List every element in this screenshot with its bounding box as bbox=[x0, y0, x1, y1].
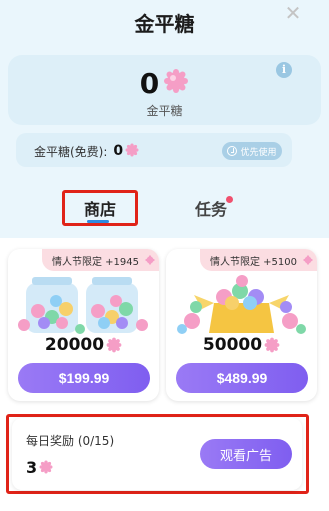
free-balance-label: 金平糖(免费): bbox=[34, 144, 108, 159]
notification-badge bbox=[226, 196, 233, 203]
free-balance-value: 0 bbox=[113, 143, 124, 159]
candy-gem-icon bbox=[39, 460, 53, 474]
daily-reward-title: 每日奖励 (0/15) bbox=[26, 434, 115, 448]
clock-icon bbox=[227, 146, 238, 156]
daily-reward-value: 3 bbox=[26, 457, 38, 477]
use-priority-button[interactable]: 优先使用 bbox=[222, 142, 282, 160]
product-card[interactable]: 情人节限定 +1945 20000 $199.99 bbox=[8, 249, 159, 401]
promo-label: 情人节限定 +5100 bbox=[209, 256, 297, 268]
balance-value: 0 bbox=[139, 66, 160, 100]
candy-gem-icon bbox=[106, 337, 122, 353]
promo-label: 情人节限定 +1945 bbox=[51, 256, 139, 268]
buy-button[interactable]: $489.99 bbox=[176, 363, 308, 393]
product-card[interactable]: 情人节限定 +5100 50000 $489.99 bbox=[166, 249, 317, 401]
candy-gem-icon bbox=[264, 337, 280, 353]
amount-row: 50000 bbox=[166, 335, 317, 355]
daily-reward-value-row: 3 bbox=[26, 456, 53, 478]
amount-row: 20000 bbox=[8, 335, 159, 355]
balance-label: 金平糖 bbox=[146, 104, 183, 118]
watch-ad-button[interactable]: 观看广告 bbox=[200, 439, 292, 469]
close-icon[interactable]: ✕ bbox=[282, 2, 304, 24]
candy-gem-icon bbox=[303, 255, 313, 265]
active-tab-indicator bbox=[87, 220, 109, 223]
candy-box-image bbox=[177, 275, 306, 334]
free-balance-row: 金平糖(免费): 0 bbox=[34, 141, 139, 161]
buy-button[interactable]: $199.99 bbox=[18, 363, 150, 393]
candy-jars-image bbox=[18, 277, 148, 334]
promo-badge: 情人节限定 +5100 bbox=[199, 249, 317, 271]
page-title: 金平糖 bbox=[134, 12, 195, 36]
candy-gem-icon bbox=[163, 68, 189, 98]
balance-row: 0 bbox=[0, 66, 329, 100]
promo-badge: 情人节限定 +1945 bbox=[41, 249, 159, 271]
product-amount: 20000 bbox=[44, 335, 105, 355]
use-priority-label: 优先使用 bbox=[240, 147, 277, 158]
candy-gem-icon bbox=[125, 142, 139, 161]
candy-gem-icon bbox=[145, 255, 155, 265]
product-amount: 50000 bbox=[202, 335, 263, 355]
